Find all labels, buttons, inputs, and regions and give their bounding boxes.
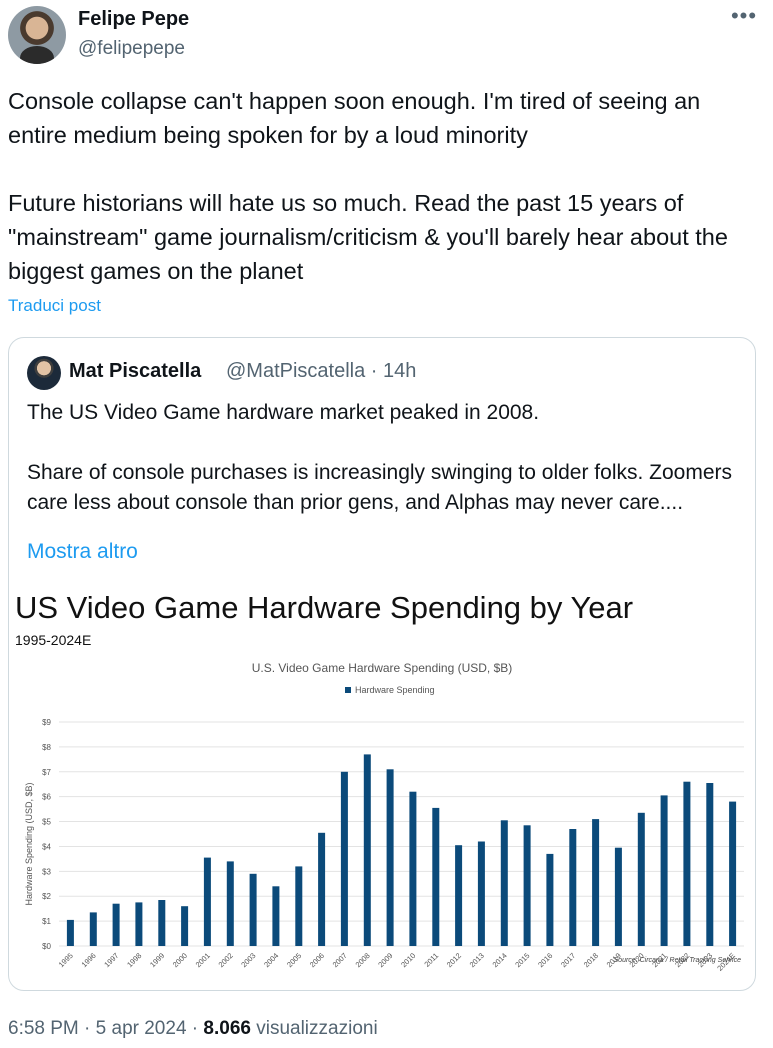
bar-2003 [249,873,257,946]
bar-2017 [569,829,577,946]
y-tick-label: $7 [42,768,51,777]
y-tick-label: $2 [42,892,51,901]
x-tick-label: 2015 [513,951,531,969]
bar-2023 [706,783,714,946]
tweet-date[interactable]: 5 apr 2024 [96,1018,187,1039]
x-tick-label: 2017 [559,951,577,969]
quoted-tweet-header: Mat Piscatella @MatPiscatella · 14h [27,356,727,390]
x-tick-label: 1997 [102,951,120,969]
x-tick-label: 2014 [491,951,509,969]
bar-2006 [318,832,326,946]
y-tick-label: $8 [42,743,51,752]
translate-post-link[interactable]: Traduci post [8,296,101,316]
quoted-author-handle: @MatPiscatella · 14h [226,360,417,382]
x-tick-label: 2000 [171,951,189,969]
bar-1997 [112,903,120,946]
bar-2002 [226,861,234,946]
x-tick-label: 1999 [148,951,166,969]
x-tick-label: 2008 [354,951,372,969]
x-tick-label: 2004 [262,951,280,969]
meta-separator: · [84,1018,91,1039]
x-tick-label: 2012 [445,951,463,969]
show-more-link[interactable]: Mostra altro [27,540,138,564]
bar-2022 [683,781,691,946]
views-count: 8.066 [203,1018,251,1039]
bar-2010 [409,791,417,946]
tweet-meta: 6:58 PM · 5 apr 2024 · 8.066 visualizzaz… [8,1018,378,1040]
x-tick-label: 1998 [125,951,143,969]
x-tick-label: 2010 [399,951,417,969]
avatar[interactable] [8,6,66,64]
y-tick-label: $1 [42,917,51,926]
image-subtitle: 1995-2024E [15,632,92,648]
bar-2009 [386,769,394,946]
more-options-button[interactable]: ••• [729,4,759,34]
bar-1995 [66,919,74,946]
author-handle[interactable]: @felipepepe [78,38,185,60]
tweet-header: Felipe Pepe @felipepepe ••• [8,4,765,64]
image-title: US Video Game Hardware Spending by Year [15,590,634,625]
chart-title: U.S. Video Game Hardware Spending (USD, … [252,661,513,675]
bar-2001 [203,857,211,946]
bar-1996 [89,912,97,946]
y-tick-label: $6 [42,793,51,802]
bar-2024E [729,801,737,946]
hardware-spending-chart: U.S. Video Game Hardware Spending (USD, … [24,661,744,973]
x-tick-label: 1996 [80,951,98,969]
author-name[interactable]: Felipe Pepe [78,8,189,31]
x-tick-label: 2007 [331,951,349,969]
bar-2004 [272,886,280,946]
x-tick-label: 2013 [468,951,486,969]
bar-2020 [637,812,645,946]
x-tick-label: 2002 [217,951,235,969]
quoted-tweet[interactable]: Mat Piscatella @MatPiscatella · 14h The … [8,337,756,991]
bar-2007 [340,771,348,946]
bar-2008 [363,754,371,946]
legend-label: Hardware Spending [355,685,435,695]
bar-1999 [158,900,166,946]
y-axis-label: Hardware Spending (USD, $B) [24,782,34,905]
x-tick-label: 2018 [582,951,600,969]
quoted-author-name: Mat Piscatella [69,360,202,382]
x-tick-label: 2016 [536,951,554,969]
views-label: visualizzazioni [256,1018,378,1039]
chart-source: Source: Circana / Retail Tracking Servic… [614,957,742,964]
y-tick-label: $9 [42,718,51,727]
y-tick-label: $5 [42,818,51,827]
bar-2015 [523,825,531,946]
x-tick-label: 2011 [422,951,440,969]
tweet-time[interactable]: 6:58 PM [8,1018,79,1039]
quoted-tweet-text: The US Video Game hardware market peaked… [27,401,733,514]
bar-2018 [592,819,600,946]
bar-2012 [455,845,463,946]
quoted-avatar [27,356,61,390]
bar-2016 [546,853,554,946]
y-tick-label: $0 [42,942,51,951]
bar-2000 [181,906,189,946]
bar-2014 [500,820,508,946]
bar-1998 [135,902,143,946]
y-tick-label: $4 [42,842,51,851]
legend-swatch [345,687,351,693]
meta-separator: · [191,1018,199,1039]
y-tick-label: $3 [42,867,51,876]
quoted-image[interactable]: US Video Game Hardware Spending by Year … [9,582,755,990]
bar-2005 [295,866,303,946]
x-tick-label: 2003 [239,951,257,969]
more-horizontal-icon: ••• [730,3,758,28]
x-tick-label: 2001 [194,951,212,969]
x-tick-label: 2006 [308,951,326,969]
bar-2013 [477,841,485,946]
bar-2011 [432,807,440,946]
bar-2019 [614,847,622,946]
x-tick-label: 2005 [285,951,303,969]
bar-2021 [660,795,668,946]
tweet-text: Console collapse can't happen soon enoug… [8,88,728,284]
x-tick-label: 1995 [57,951,75,969]
x-tick-label: 2009 [376,951,394,969]
